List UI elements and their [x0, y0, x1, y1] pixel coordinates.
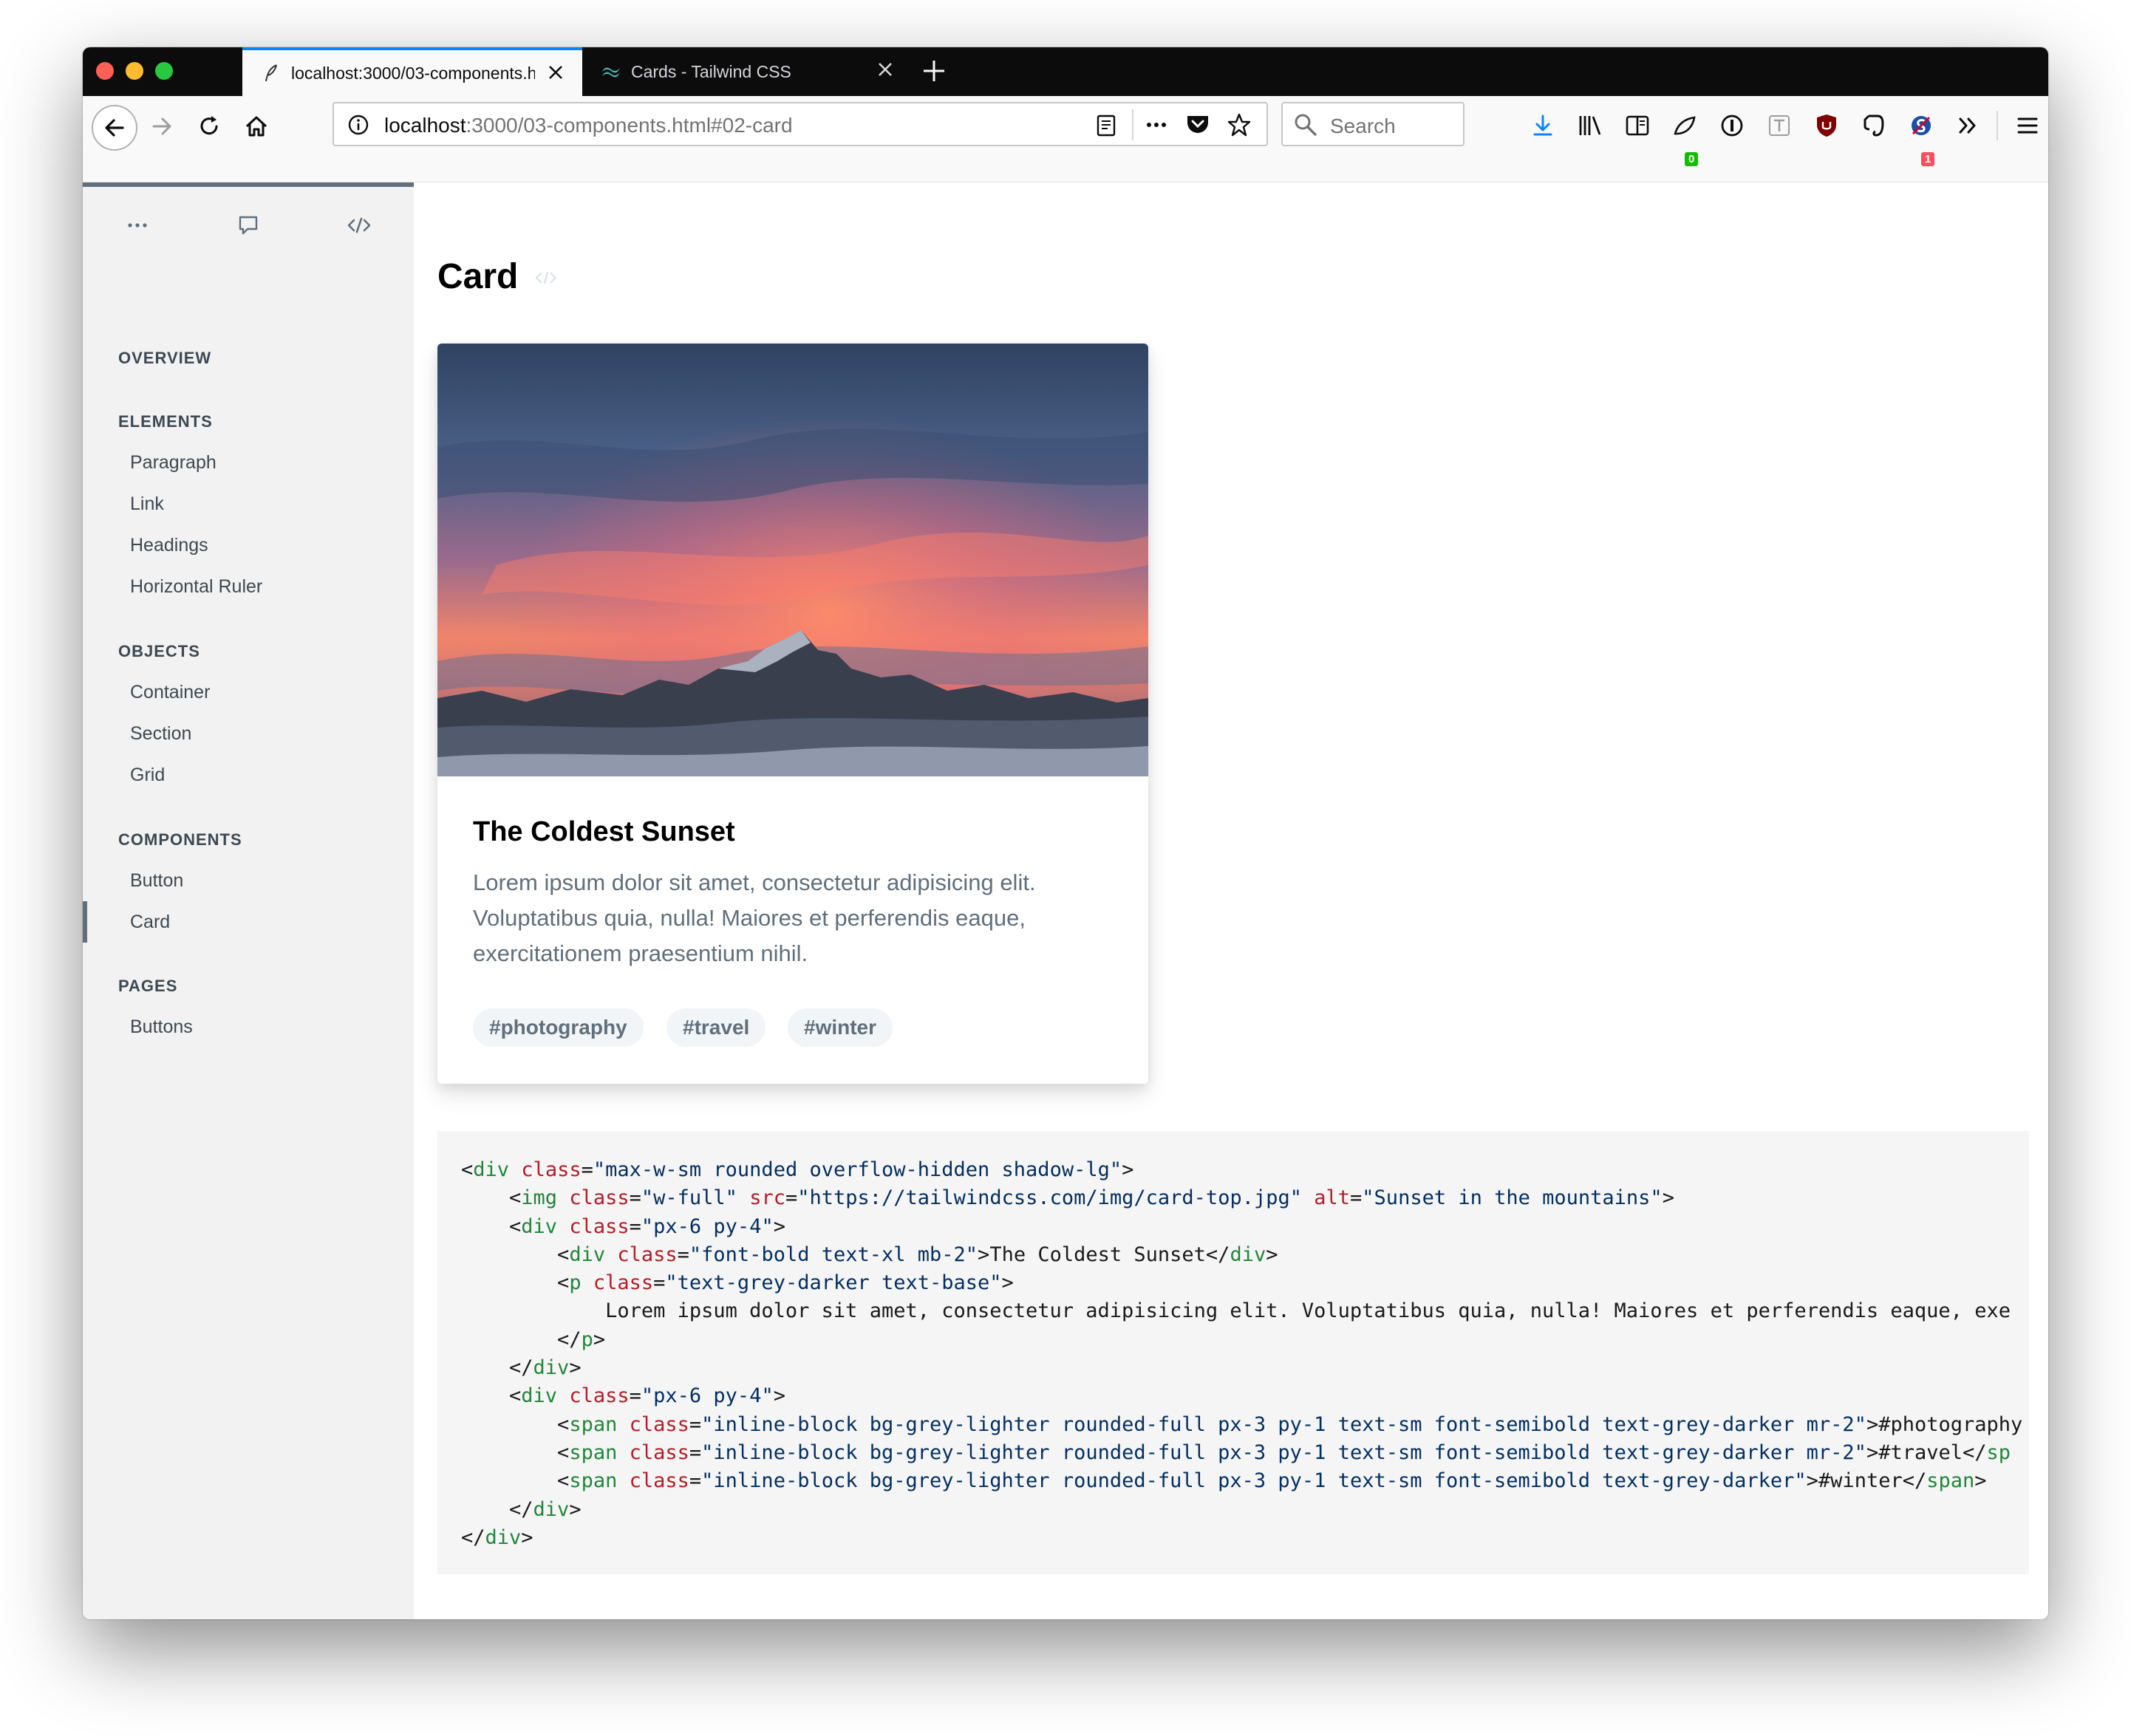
nav-item-section[interactable]: Section — [130, 723, 191, 745]
main-content: Card The Coldest Sunset Lorem ipsum dolo… — [414, 182, 2048, 1619]
pocket-icon[interactable] — [1185, 112, 1210, 140]
nav-item-headings[interactable]: Headings — [130, 535, 208, 556]
close-tab-icon[interactable] — [873, 58, 897, 81]
tab-cards-tailwind[interactable]: Cards - Tailwind CSS — [582, 47, 912, 96]
extension-leaf-icon[interactable] — [1668, 109, 1701, 142]
nav-section-pages: PAGES — [118, 977, 178, 995]
password-manager-icon[interactable] — [1716, 109, 1748, 142]
tab-title: Cards - Tailwind CSS — [631, 61, 791, 81]
evernote-icon[interactable] — [1858, 109, 1890, 142]
code-snippet: <div class="max-w-sm rounded overflow-hi… — [461, 1158, 2023, 1549]
toolbar-divider — [1997, 111, 1998, 140]
nav-item-button[interactable]: Button — [130, 870, 183, 892]
downloads-icon[interactable] — [1527, 109, 1559, 142]
nav-section-elements: ELEMENTS — [118, 412, 213, 431]
back-button[interactable] — [92, 105, 137, 151]
hamburger-menu-icon[interactable] — [2011, 109, 2044, 142]
site-info-icon[interactable] — [347, 114, 369, 140]
card-image — [437, 344, 1148, 776]
forward-button[interactable] — [143, 108, 180, 145]
ublock-shield-icon[interactable] — [1810, 109, 1843, 142]
nav-item-paragraph[interactable]: Paragraph — [130, 452, 216, 474]
scroll-progress-bar — [83, 182, 414, 187]
bookmark-star-icon[interactable] — [1227, 112, 1252, 141]
code-block: <div class="max-w-sm rounded overflow-hi… — [437, 1131, 2029, 1574]
search-placeholder: Search — [1330, 115, 1396, 137]
tag-photography[interactable]: #photography — [473, 1008, 644, 1047]
tab-strip: localhost:3000/03-components.html#02-car… — [83, 47, 2048, 96]
extension-badge: 0 — [1685, 152, 1699, 166]
extension-badge: 1 — [1921, 152, 1935, 166]
reload-button[interactable] — [191, 108, 228, 145]
typography-extension-icon[interactable] — [1763, 109, 1796, 142]
tab-title: localhost:3000/03-components.html#02-car… — [291, 63, 535, 83]
url-bar[interactable]: localhost:3000/03-components.html#02-car… — [333, 102, 1268, 146]
close-tab-icon[interactable] — [544, 61, 567, 84]
comment-icon[interactable] — [233, 211, 263, 240]
card-text: Lorem ipsum dolor sit amet, consectetur … — [473, 869, 1036, 966]
browser-window: localhost:3000/03-components.html#02-car… — [83, 47, 2048, 1619]
nav-item-horizontal-ruler[interactable]: Horizontal Ruler — [130, 576, 262, 598]
stylus-icon[interactable] — [1905, 109, 1937, 142]
nav-item-link[interactable]: Link — [130, 493, 164, 515]
nav-item-card[interactable]: Card — [130, 912, 170, 933]
page-actions-icon[interactable] — [1144, 114, 1169, 140]
nav-section-objects: OBJECTS — [118, 642, 200, 660]
library-icon[interactable] — [1574, 109, 1606, 142]
nav-overview[interactable]: OVERVIEW — [118, 349, 211, 368]
code-icon[interactable] — [344, 211, 374, 240]
url-text: localhost:3000/03-components.html#02-car… — [384, 114, 793, 137]
nav-item-grid[interactable]: Grid — [130, 765, 165, 786]
search-icon — [1293, 112, 1318, 141]
reader-view-icon[interactable] — [1095, 114, 1117, 141]
home-button[interactable] — [238, 108, 275, 145]
card-title: The Coldest Sunset — [473, 816, 735, 847]
page-title: Card — [437, 257, 519, 296]
sidebar-toggle-icon[interactable] — [1621, 109, 1654, 142]
nav-item-buttons[interactable]: Buttons — [130, 1016, 193, 1038]
zoom-window-button[interactable] — [155, 62, 173, 80]
nav-item-container[interactable]: Container — [130, 682, 210, 703]
more-icon[interactable] — [123, 211, 152, 240]
code-toggle-icon[interactable] — [535, 271, 557, 288]
card: The Coldest Sunset Lorem ipsum dolor sit… — [437, 344, 1148, 1084]
tag-winter[interactable]: #winter — [788, 1008, 893, 1047]
close-window-button[interactable] — [96, 62, 114, 80]
active-item-indicator — [83, 901, 87, 943]
url-divider — [1132, 109, 1133, 140]
feather-icon — [259, 64, 284, 83]
new-tab-icon[interactable] — [919, 56, 949, 86]
navigation-toolbar: localhost:3000/03-components.html#02-car… — [83, 96, 2048, 183]
tag-travel[interactable]: #travel — [666, 1008, 766, 1047]
search-bar[interactable]: Search — [1281, 102, 1465, 146]
nav-section-components: COMPONENTS — [118, 830, 242, 849]
sidebar: OVERVIEW ELEMENTS Paragraph Link Heading… — [83, 182, 414, 1619]
tailwind-logo-icon — [599, 65, 624, 78]
minimize-window-button[interactable] — [126, 62, 143, 80]
overflow-chevron-icon[interactable] — [1952, 109, 1985, 142]
tab-localhost[interactable]: localhost:3000/03-components.html#02-car… — [242, 47, 582, 96]
